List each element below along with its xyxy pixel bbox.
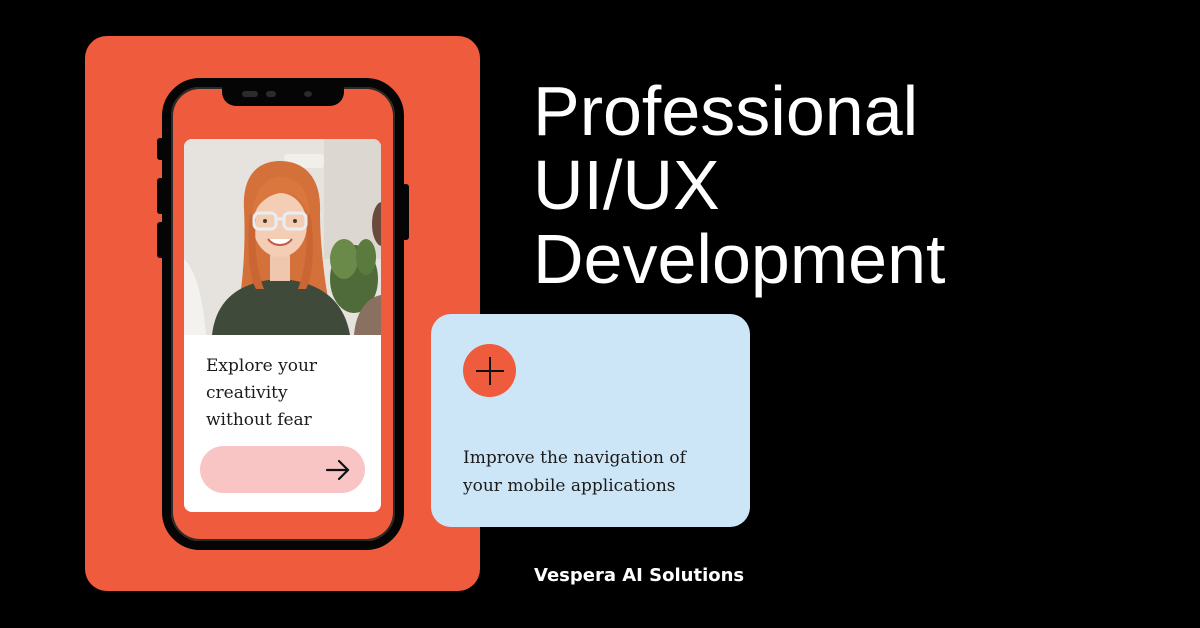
headline-line: UI/UX xyxy=(533,146,720,224)
next-button[interactable] xyxy=(200,446,365,493)
info-card: Improve the navigation of your mobile ap… xyxy=(431,314,750,527)
notch-camera xyxy=(304,91,312,97)
info-text-line: your mobile applications xyxy=(463,476,676,496)
tagline-line: Explore your xyxy=(206,356,318,376)
add-button[interactable] xyxy=(463,344,516,397)
page-headline: Professional UI/UX Development xyxy=(533,74,1133,296)
phone-screen-card: Explore your creativity without fear xyxy=(184,139,381,512)
headline-line: Professional xyxy=(533,72,919,150)
info-text-line: Improve the navigation of xyxy=(463,448,686,468)
tagline-line: without fear xyxy=(206,410,312,430)
phone-card-tagline: Explore your creativity without fear xyxy=(206,353,366,434)
phone-notch xyxy=(222,82,344,106)
arrow-right-icon xyxy=(325,459,350,480)
headline-line: Development xyxy=(533,220,946,298)
woman-portrait-illustration xyxy=(184,139,381,335)
plus-icon xyxy=(475,356,504,385)
notch-speaker xyxy=(266,91,276,97)
notch-speaker xyxy=(242,91,258,97)
profile-photo xyxy=(184,139,381,335)
info-card-text: Improve the navigation of your mobile ap… xyxy=(463,444,743,500)
tagline-line: creativity xyxy=(206,383,288,403)
brand-name: Vespera AI Solutions xyxy=(534,565,745,586)
